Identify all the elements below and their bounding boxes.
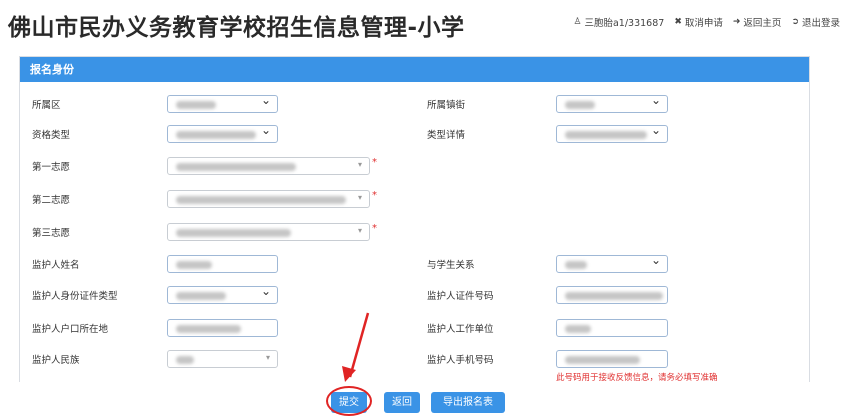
logout-label: 退出登录	[801, 18, 840, 29]
choice1-select[interactable]	[167, 157, 370, 175]
sign-in-icon: ➜	[732, 17, 741, 27]
user-name: 三胞胎a1/331687	[584, 18, 665, 29]
relation-label: 与学生关系	[427, 260, 475, 271]
choice3-label: 第三志愿	[32, 228, 71, 239]
form-row-hukou: 监护人户口所在地 监护人工作单位	[20, 319, 809, 343]
id-type-label: 监护人身份证件类型	[32, 291, 118, 302]
district-select[interactable]	[167, 93, 278, 113]
redacted-value	[176, 325, 241, 333]
choice2-select[interactable]	[167, 190, 370, 208]
town-select[interactable]	[556, 93, 668, 113]
user-icon: ♙	[573, 17, 582, 27]
export-form-button[interactable]: 导出报名表	[431, 392, 505, 413]
type-detail-label: 类型详情	[427, 130, 466, 141]
required-mark: *	[372, 157, 377, 168]
choice2-label: 第二志愿	[32, 195, 71, 206]
form-row-district: 所属区 所属镇街	[20, 93, 809, 119]
page-title: 佛山市民办义务教育学校招生信息管理-小学	[8, 15, 465, 41]
redacted-value	[176, 163, 296, 171]
redacted-value	[565, 131, 647, 139]
form-row-guardian-name: 监护人姓名 与学生关系	[20, 253, 809, 279]
home-link[interactable]: ➜ 返回主页	[733, 15, 782, 29]
redacted-value	[176, 229, 291, 237]
redacted-value	[176, 131, 256, 139]
panel-title: 报名身份	[20, 57, 809, 82]
type-detail-select[interactable]	[556, 123, 668, 143]
choice3-select[interactable]	[167, 223, 370, 241]
form-row-choice3: 第三志愿 *	[20, 223, 809, 247]
sign-out-icon: ➲	[791, 17, 799, 27]
redacted-value	[176, 356, 194, 364]
id-number-label: 监护人证件号码	[427, 291, 494, 302]
phone-label: 监护人手机号码	[427, 355, 494, 366]
redacted-value	[565, 325, 591, 333]
logout-link[interactable]: ➲ 退出登录	[791, 15, 840, 29]
redacted-value	[176, 261, 212, 269]
close-icon: ✖	[674, 17, 682, 27]
cancel-application-label: 取消申请	[684, 18, 723, 29]
ethnicity-select[interactable]	[167, 350, 278, 368]
redacted-value	[176, 196, 346, 204]
workplace-label: 监护人工作单位	[427, 324, 494, 335]
district-label: 所属区	[32, 100, 61, 111]
cancel-application-link[interactable]: ✖ 取消申请	[674, 15, 723, 29]
town-label: 所属镇街	[427, 100, 466, 111]
guardian-name-input[interactable]	[167, 255, 278, 273]
redacted-value	[565, 356, 640, 364]
form-row-choice1: 第一志愿 *	[20, 157, 809, 181]
phone-input[interactable]	[556, 350, 668, 368]
page-header: 佛山市民办义务教育学校招生信息管理-小学 ♙ 三胞胎a1/331687 ✖ 取消…	[0, 0, 846, 48]
hukou-label: 监护人户口所在地	[32, 324, 109, 335]
required-mark: *	[372, 223, 377, 234]
back-button[interactable]: 返回	[384, 392, 420, 413]
guardian-name-label: 监护人姓名	[32, 260, 80, 271]
footer-bar	[0, 382, 846, 419]
header-actions: ♙ 三胞胎a1/331687 ✖ 取消申请 ➜ 返回主页 ➲ 退出登录	[573, 15, 840, 29]
relation-select[interactable]	[556, 253, 668, 273]
hukou-input[interactable]	[167, 319, 278, 337]
redacted-value	[176, 101, 216, 109]
qualification-type-select[interactable]	[167, 123, 278, 143]
choice1-label: 第一志愿	[32, 162, 71, 173]
home-label: 返回主页	[743, 18, 782, 29]
form-row-qualification: 资格类型 类型详情	[20, 123, 809, 149]
id-number-input[interactable]	[556, 286, 668, 304]
highlight-circle	[326, 386, 372, 416]
redacted-value	[565, 292, 663, 300]
id-type-select[interactable]	[167, 284, 278, 304]
form-row-id-type: 监护人身份证件类型 监护人证件号码	[20, 284, 809, 310]
qualification-type-label: 资格类型	[32, 130, 71, 141]
redacted-value	[176, 292, 226, 300]
registration-panel: 报名身份 所属区 所属镇街 资格类型 类型详情 第一志愿 * 第二志愿	[19, 56, 810, 384]
ethnicity-label: 监护人民族	[32, 355, 80, 366]
redacted-value	[565, 261, 587, 269]
required-mark: *	[372, 190, 377, 201]
user-info: ♙ 三胞胎a1/331687	[573, 15, 664, 29]
form-row-ethnicity: 监护人民族 监护人手机号码 此号码用于接收反馈信息，请务必填写准确	[20, 350, 809, 383]
form-row-choice2: 第二志愿 *	[20, 190, 809, 214]
redacted-value	[565, 101, 595, 109]
workplace-input[interactable]	[556, 319, 668, 337]
